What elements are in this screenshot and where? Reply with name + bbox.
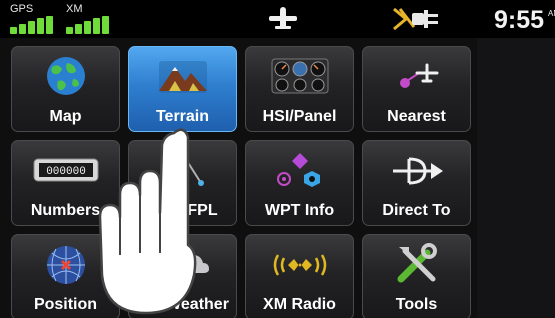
odometer-digits: 000000 [46,166,86,178]
tools-label: Tools [395,296,438,313]
screen: GPS XM 9:55 A Map Terrain HSI/Panel Near… [0,0,555,318]
xm-radio-icon [273,254,326,276]
gps-signal-bars-icon [10,16,60,34]
nearest-label: Nearest [387,108,446,125]
numbers-button[interactable]: 000000 Numbers [11,140,120,226]
position-grid-icon [46,246,85,284]
map-button[interactable]: Map [11,46,120,132]
hsi-panel-label: HSI/Panel [262,108,337,125]
globe-icon [46,57,85,95]
weather-button[interactable]: Weather [128,234,237,318]
hsi-panel-button[interactable]: HSI/Panel [245,46,354,132]
fpl-button[interactable]: FPL [128,140,237,226]
airplane-icon [269,7,297,29]
direct-to-button[interactable]: Direct To [362,140,471,226]
xm-radio-button[interactable]: XM Radio [245,234,354,318]
xm-label: XM [66,3,83,15]
wpt-info-label: WPT Info [264,202,335,219]
waypoint-icon [276,153,320,187]
instrument-panel-icon [271,58,328,94]
terrain-label: Terrain [155,108,210,125]
flight-plan-icon [164,160,204,186]
terrain-button[interactable]: Terrain [128,46,237,132]
direct-to-label: Direct To [382,202,451,219]
tools-icon [397,243,437,283]
xm-radio-label: XM Radio [263,296,336,313]
nearest-airplane-icon [399,63,438,88]
xm-signal-bars-icon [66,16,116,34]
weather-cloud-icon [176,255,209,273]
power-plug-icon [393,7,438,31]
odometer-icon: 000000 [33,158,98,182]
direct-to-icon [392,157,443,185]
clock-time: 9:55 [494,6,545,34]
right-panel [477,38,555,318]
map-label: Map [49,108,82,125]
gps-label: GPS [10,3,34,15]
clock-ampm: AM [548,9,555,18]
position-button[interactable]: Position [11,234,120,318]
wpt-info-button[interactable]: WPT Info [245,140,354,226]
nearest-button[interactable]: Nearest [362,46,471,132]
weather-label: Weather [166,296,229,313]
position-label: Position [33,296,98,313]
tools-button[interactable]: Tools [362,234,471,318]
status-bar: GPS XM 9:55 A [0,0,555,38]
fpl-label: FPL [187,202,218,219]
terrain-mountains-icon [158,61,207,93]
numbers-label: Numbers [30,202,101,219]
